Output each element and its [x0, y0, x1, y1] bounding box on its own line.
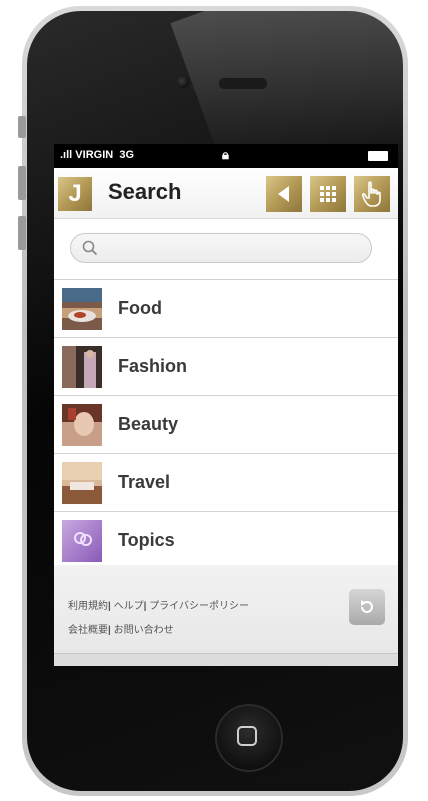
earpiece-speaker	[218, 77, 268, 90]
home-button[interactable]	[215, 704, 283, 772]
list-item-label: Fashion	[118, 356, 188, 376]
app-screen: .ıll VIRGIN 3G 🔒︎ J Search Food Fashion …	[54, 144, 398, 666]
lock-icon: 🔒︎	[222, 147, 229, 162]
app-header: J Search	[54, 168, 398, 219]
home-square-icon	[237, 726, 257, 746]
touch-button[interactable]	[354, 176, 390, 212]
contact-link[interactable]: お問い合わせ	[114, 625, 174, 636]
signal-icon: .ıll	[60, 149, 73, 161]
network-label: 3G	[119, 149, 135, 161]
refresh-button[interactable]	[349, 589, 385, 625]
travel-thumbnail	[62, 462, 102, 504]
list-item-label: Beauty	[118, 414, 179, 434]
app-logo[interactable]: J	[58, 177, 92, 211]
food-thumbnail	[62, 288, 102, 330]
search-input[interactable]	[70, 233, 372, 263]
refresh-icon	[361, 600, 373, 613]
search-bar	[54, 219, 398, 280]
battery-icon	[368, 151, 388, 161]
mute-switch	[18, 116, 26, 138]
list-item-food[interactable]: Food	[54, 280, 398, 338]
company-link[interactable]: 会社概要	[68, 625, 108, 636]
back-button[interactable]	[266, 176, 302, 212]
volume-down-button	[18, 216, 26, 250]
list-item-label: Travel	[118, 472, 171, 492]
page-title: Search	[108, 179, 182, 204]
terms-link[interactable]: 利用規約	[68, 601, 108, 612]
back-arrow-icon	[278, 186, 289, 202]
carrier-info: .ıll VIRGIN 3G	[60, 149, 134, 161]
volume-up-button	[18, 166, 26, 200]
privacy-link[interactable]: プライバシーポリシー	[149, 601, 249, 612]
status-bar: .ıll VIRGIN 3G 🔒︎	[54, 144, 398, 168]
list-item-fashion[interactable]: Fashion	[54, 338, 398, 396]
pointing-hand-icon	[361, 181, 381, 207]
footer-links-row-2: 会社概要| お問い合わせ	[68, 625, 174, 636]
front-camera	[177, 76, 189, 88]
list-item-label: Topics	[118, 530, 175, 550]
beauty-thumbnail	[62, 404, 102, 446]
footer: 利用規約| ヘルプ| プライバシーポリシー 会社概要| お問い合わせ	[54, 565, 398, 666]
grid-icon	[320, 186, 336, 202]
list-item-label: Food	[118, 298, 162, 318]
carrier-label: VIRGIN	[75, 149, 114, 161]
footer-divider	[54, 653, 398, 666]
list-item-beauty[interactable]: Beauty	[54, 396, 398, 454]
help-link[interactable]: ヘルプ	[114, 601, 144, 612]
topics-thumbnail	[62, 520, 102, 562]
fashion-thumbnail	[62, 346, 102, 388]
list-item-topics[interactable]: Topics	[54, 512, 398, 570]
grid-menu-button[interactable]	[310, 176, 346, 212]
list-item-travel[interactable]: Travel	[54, 454, 398, 512]
search-icon	[82, 240, 98, 256]
footer-links-row-1: 利用規約| ヘルプ| プライバシーポリシー	[68, 601, 249, 612]
